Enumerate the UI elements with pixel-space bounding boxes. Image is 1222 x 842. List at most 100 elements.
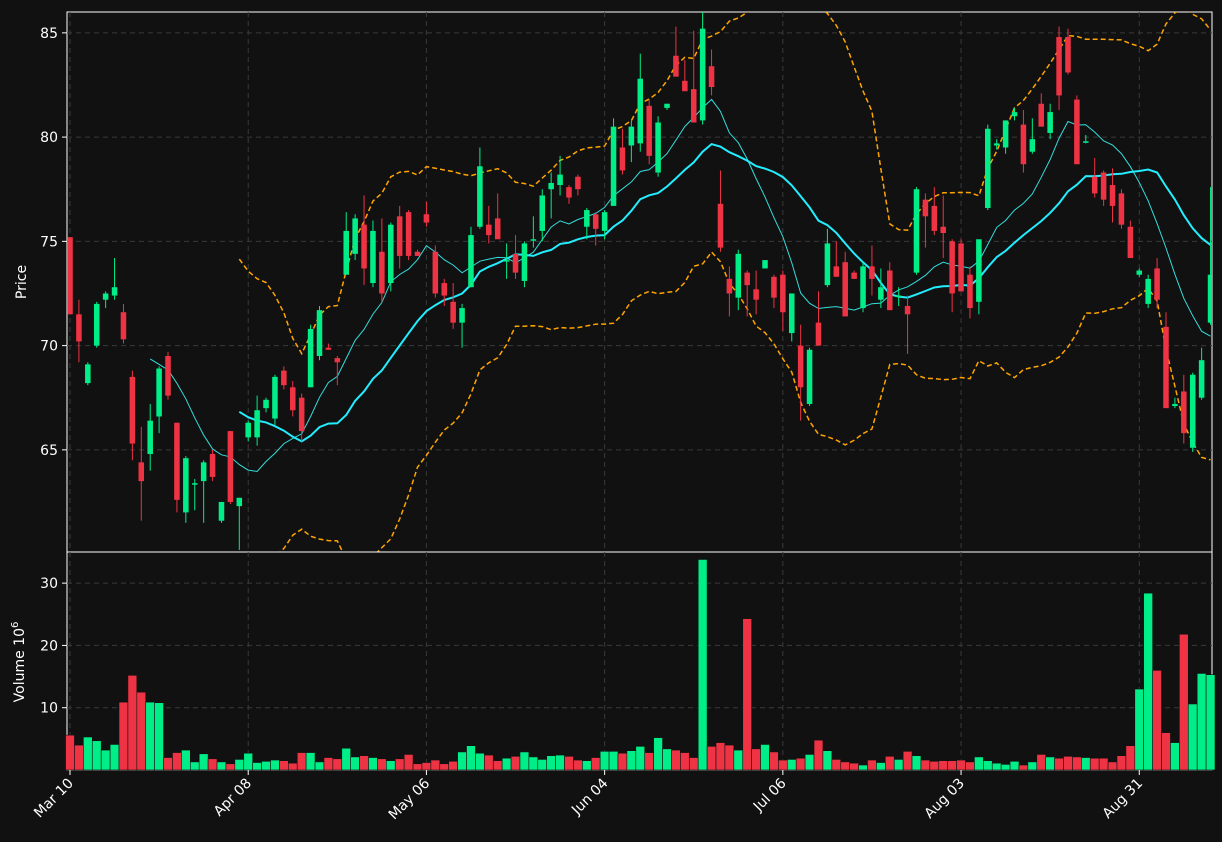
volume-bar (653, 737, 663, 771)
volume-panel-frame (66, 551, 1213, 771)
price-panel: 65 70 75 80 85 Price (14, 11, 1213, 553)
volume-bar (760, 744, 770, 771)
candle-body (1038, 103, 1045, 127)
candle-body (851, 272, 857, 279)
candle-body (869, 266, 875, 279)
candle-body (450, 301, 456, 323)
candle-body (1172, 403, 1178, 407)
volume-bar (1000, 764, 1011, 771)
candle-body (815, 322, 822, 346)
volume-bar (599, 751, 610, 771)
candle-body (477, 166, 483, 227)
volume-bar (305, 752, 316, 771)
volume-bar (1054, 757, 1064, 771)
volume-bar (769, 751, 779, 771)
volume-bar (938, 760, 948, 771)
candle-body (771, 276, 777, 298)
candle-body (494, 218, 501, 240)
candle-body (1091, 176, 1098, 194)
volume-bar (261, 760, 271, 771)
price-axis-label: Price (14, 265, 30, 299)
candle-body (361, 224, 367, 269)
candle-body (655, 122, 661, 173)
volume-bar (1045, 756, 1055, 771)
volume-bar (1072, 756, 1082, 771)
volume-bar (920, 759, 931, 771)
candle-body (833, 266, 840, 277)
volume-bar (849, 762, 859, 771)
candle-body (1136, 270, 1143, 275)
candle-body (664, 103, 670, 108)
volume-bar (216, 761, 227, 771)
price-tick-label: 70 (40, 339, 58, 355)
candle-body (405, 212, 412, 256)
volume-bar (109, 744, 120, 771)
candle-body (1029, 139, 1036, 152)
volume-bar (501, 757, 512, 771)
volume-bar (457, 751, 467, 771)
candle-body (1083, 141, 1089, 143)
candle-body (610, 126, 617, 206)
volume-bar (1116, 755, 1127, 771)
candle-body (1047, 112, 1053, 133)
candle-body (940, 226, 946, 234)
volume-bar (956, 759, 966, 771)
candle-body (860, 266, 866, 309)
volume-bar (323, 757, 334, 771)
candle-body (735, 253, 742, 298)
volume-bar (778, 759, 788, 771)
volume-bar (243, 752, 253, 771)
volume-bar (662, 748, 672, 771)
volume-bar (341, 747, 351, 771)
volume-bar (929, 760, 940, 771)
candle-body (93, 303, 100, 346)
volume-bar (448, 760, 458, 771)
candle-body (102, 293, 109, 300)
volume-bar (733, 749, 744, 771)
candle-body (887, 270, 893, 311)
volume-bar (590, 757, 601, 771)
candle-body (753, 289, 759, 300)
volume-bar (519, 751, 530, 771)
volume-bar (911, 755, 922, 771)
candle-body (592, 214, 599, 229)
volume-bar (902, 751, 913, 771)
volume-bar (1134, 688, 1145, 771)
volume-panel: 102030 Volume 106 (10, 551, 1216, 771)
volume-bar (510, 755, 521, 771)
volume-bar (564, 755, 574, 771)
candle-body (993, 143, 1000, 146)
volume-bar (617, 752, 628, 771)
volume-bar (680, 752, 690, 771)
volume-bar (1205, 674, 1216, 771)
candle-body (958, 243, 964, 292)
candle-body (708, 66, 715, 88)
candle-body (548, 182, 554, 190)
candle-body (1020, 124, 1027, 165)
candle-body (1127, 226, 1134, 259)
volume-bar (876, 762, 886, 771)
volume-bar (403, 754, 414, 771)
price-tick-label: 80 (40, 130, 58, 146)
candle-body (931, 205, 938, 231)
volume-bar (1098, 757, 1109, 771)
volume-bar (386, 760, 396, 771)
volume-bar (671, 749, 681, 771)
candle-body (557, 174, 563, 186)
volume-bar (475, 752, 485, 771)
volume-bar (706, 746, 717, 771)
volume-bar (466, 745, 476, 771)
candle-body (272, 376, 278, 419)
volume-bar (840, 761, 850, 771)
candle-body (316, 310, 323, 357)
volume-bar (1063, 755, 1073, 771)
volume-bar (198, 753, 209, 771)
candle-body (76, 314, 82, 342)
candle-body (1198, 360, 1205, 398)
volume-bar (965, 761, 975, 771)
candle-body (218, 501, 225, 521)
candle-body (904, 305, 911, 315)
candle-body (209, 454, 216, 477)
volume-bar (421, 762, 432, 771)
volume-bar (252, 762, 262, 771)
